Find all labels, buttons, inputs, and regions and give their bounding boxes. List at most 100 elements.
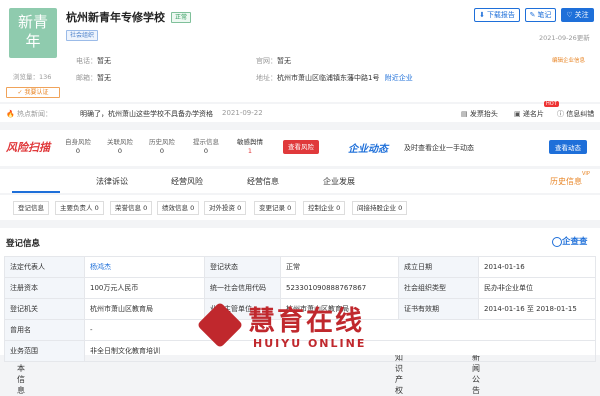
invoice-label: 发票抬头 xyxy=(469,110,498,118)
address-row: 地址：杭州市萧山区临浦镇东藩中路1号 附近企业 xyxy=(256,73,413,83)
company-name: 杭州新青年专修学校 xyxy=(66,11,165,24)
company-logo: 新青 年 xyxy=(9,8,57,58)
table-value: 2014-01-16 xyxy=(478,256,596,278)
note-label: 笔记 xyxy=(537,11,552,19)
risk-related-label: 关联风险 xyxy=(107,138,133,146)
table-row: 注册资本 100万元人民币 统一社会信用代码 52330109088876786… xyxy=(4,277,596,299)
org-type-tag: 社会组织 xyxy=(66,30,99,41)
table-key: 证书有效期 xyxy=(398,298,479,320)
address-label: 地址： xyxy=(256,74,277,82)
hot-news-date: 2021-09-22 xyxy=(222,109,263,117)
table-key: 法定代表人 xyxy=(4,256,85,278)
active-tab-indicator xyxy=(12,191,60,193)
table-key: 业务范围 xyxy=(4,340,85,362)
email-label: 邮箱： xyxy=(76,74,97,82)
error-report-label: 信息纠错 xyxy=(566,110,595,118)
risk-hints-value: 0 xyxy=(203,147,209,155)
risk-sensitive-value: 1 xyxy=(247,147,253,155)
table-key: 成立日期 xyxy=(398,256,479,278)
table-value: 523301090888767867 xyxy=(280,277,399,299)
website-label: 官网： xyxy=(256,57,277,65)
tab-history[interactable]: 历史信息 xyxy=(550,176,582,187)
card-icon: ▣ xyxy=(514,110,521,118)
claim-badge[interactable]: ✓ 我要认证 xyxy=(6,87,60,98)
table-key: 曾用名 xyxy=(4,319,85,341)
download-label: 下载报告 xyxy=(486,11,515,19)
subtab-registration[interactable]: 登记信息 xyxy=(13,201,49,215)
phone-row: 电话：暂无 xyxy=(76,56,111,66)
table-row: 法定代表人 杨鸿杰 登记状态 正常 成立日期 2014-01-16 xyxy=(4,256,596,278)
follow-label: 关注 xyxy=(574,11,589,19)
subtab-investments[interactable]: 对外投资 0 xyxy=(204,201,247,215)
heart-icon: ♡ xyxy=(566,11,573,19)
error-icon: ⓘ xyxy=(557,110,564,118)
section-title: 登记信息 xyxy=(6,239,41,249)
watermark-logo-icon xyxy=(196,301,244,349)
download-icon: ⬇ xyxy=(479,11,485,19)
tab-legal[interactable]: 法律诉讼 xyxy=(96,176,128,187)
table-value: 100万元人民币 xyxy=(84,277,205,299)
huiyu-watermark: 慧育在线 HUIYU ONLINE xyxy=(196,299,384,355)
table-key: 统一社会信用代码 xyxy=(204,277,281,299)
risk-sensitive-label: 敏感舆情 xyxy=(237,138,263,146)
table-value: 正常 xyxy=(280,256,399,278)
hot-news-label-text: 热点新闻： xyxy=(16,110,52,118)
business-card-button[interactable]: ▣ 递名片 xyxy=(514,109,544,119)
invoice-button[interactable]: ▤ 发票抬头 xyxy=(461,109,498,119)
hot-news-link[interactable]: 明确了，杭州萧山这些学校不具备办学资格 xyxy=(80,109,213,119)
risk-history-label: 历史风险 xyxy=(149,138,175,146)
download-report-button[interactable]: ⬇ 下载报告 xyxy=(474,8,520,22)
table-key: 注册资本 xyxy=(4,277,85,299)
risk-self-value: 0 xyxy=(75,147,81,155)
updated-date: 2021-09-26更新 xyxy=(539,34,590,42)
website-value: 暂无 xyxy=(277,57,291,65)
business-card-label: 递名片 xyxy=(522,110,544,118)
tab-development[interactable]: 企业发展 xyxy=(323,176,355,187)
tab-bar xyxy=(0,169,600,193)
legal-rep-link[interactable]: 杨鸿杰 xyxy=(84,256,205,278)
vip-badge: VIP xyxy=(582,171,590,177)
note-button[interactable]: ✎ 笔记 xyxy=(525,8,556,22)
table-key: 社会组织类型 xyxy=(398,277,479,299)
follow-button[interactable]: ♡ 关注 xyxy=(561,8,594,22)
check-risk-button[interactable]: 查看风险 xyxy=(283,140,319,154)
risk-history[interactable]: 历史风险 0 xyxy=(142,138,182,156)
error-report-button[interactable]: ⓘ 信息纠错 xyxy=(557,109,594,119)
subtab-honors[interactable]: 荣誉信息 0 xyxy=(110,201,153,215)
subtab-principals[interactable]: 主要负责人 0 xyxy=(55,201,104,215)
tab-operating-info[interactable]: 经营信息 xyxy=(247,176,279,187)
risk-self-label: 自身风险 xyxy=(65,138,91,146)
table-key: 登记状态 xyxy=(204,256,281,278)
table-key: 登记机关 xyxy=(4,298,85,320)
subtab-controlled[interactable]: 控制企业 0 xyxy=(303,201,346,215)
status-badge: 正常 xyxy=(171,12,192,23)
watermark-subtext: HUIYU ONLINE xyxy=(253,337,367,350)
risk-scan-logo: 风险扫描 xyxy=(6,141,50,154)
tab-operating-risk[interactable]: 经营风险 xyxy=(171,176,203,187)
view-news-button[interactable]: 查看动态 xyxy=(549,140,587,154)
risk-self[interactable]: 自身风险 0 xyxy=(58,138,98,156)
hot-badge: HOT xyxy=(544,101,559,107)
subtab-changes[interactable]: 变更记录 0 xyxy=(254,201,297,215)
edit-icon: ✎ xyxy=(529,11,536,19)
risk-history-value: 0 xyxy=(159,147,165,155)
table-value: 民办非企业单位 xyxy=(478,277,596,299)
fire-icon: 🔥 xyxy=(6,110,15,118)
subtab-performance[interactable]: 绩效信息 0 xyxy=(157,201,200,215)
subtab-indirect-holdings[interactable]: 间接持股企业 0 xyxy=(352,201,408,215)
qichacha-brand: 企查查 xyxy=(552,235,588,247)
email-row: 邮箱：暂无 xyxy=(76,73,111,83)
edit-company-info-link[interactable]: 编辑企业信息 xyxy=(552,56,585,64)
address-value: 杭州市萧山区临浦镇东藩中路1号 xyxy=(277,74,380,82)
risk-hints[interactable]: 提示信息 0 xyxy=(186,138,226,156)
risk-related[interactable]: 关联风险 0 xyxy=(100,138,140,156)
risk-sensitive[interactable]: 敏感舆情 1 xyxy=(230,138,270,156)
email-value: 暂无 xyxy=(97,74,111,82)
company-news-logo: 企业动态 xyxy=(348,144,388,155)
table-value: 2014-01-16 至 2018-01-15 xyxy=(478,298,596,320)
nearby-link[interactable]: 附近企业 xyxy=(385,74,413,82)
qichacha-logo-icon xyxy=(552,236,562,247)
claim-label: 我要认证 xyxy=(24,89,49,96)
website-row: 官网：暂无 xyxy=(256,56,291,66)
risk-hints-label: 提示信息 xyxy=(193,138,219,146)
